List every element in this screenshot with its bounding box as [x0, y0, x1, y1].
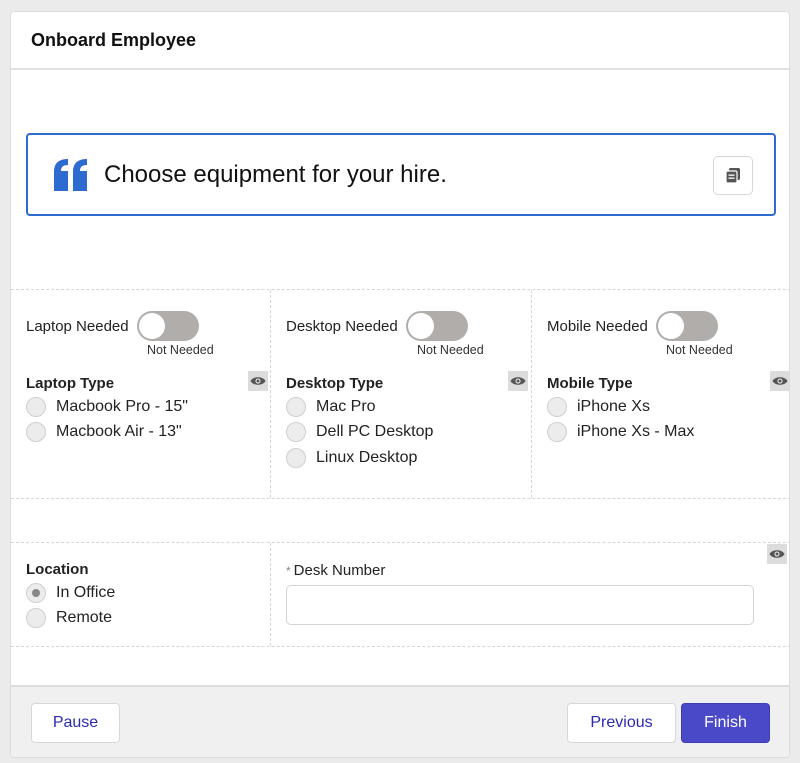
display-text: Choose equipment for your hire.	[104, 160, 447, 188]
desk-visibility-toggle[interactable]	[767, 544, 787, 564]
mobile-column: Mobile Needed Not Needed Mobile Type iPh…	[532, 290, 789, 498]
desktop-toggle-label: Desktop Needed	[286, 317, 398, 335]
option-label: iPhone Xs - Max	[577, 423, 695, 441]
laptop-visibility-toggle[interactable]	[248, 371, 268, 391]
desktop-type-label: Desktop Type	[286, 375, 384, 392]
radio-button[interactable]	[26, 422, 46, 443]
option-label: In Office	[56, 583, 116, 601]
option-label: Dell PC Desktop	[316, 423, 434, 441]
radio-button[interactable]	[26, 608, 46, 629]
card-header: Onboard Employee	[11, 12, 789, 70]
radio-button[interactable]	[286, 422, 306, 443]
flow-card: Onboard Employee Choose equipment for yo…	[10, 11, 790, 758]
laptop-needed-toggle[interactable]	[136, 311, 199, 341]
radio-button[interactable]	[547, 422, 567, 443]
desktop-needed-toggle[interactable]	[405, 311, 468, 341]
option-label: Mac Pro	[316, 397, 376, 415]
laptop-toggle-status: Not Needed	[147, 343, 214, 357]
finish-button[interactable]: Finish	[681, 703, 770, 743]
copy-icon	[725, 168, 740, 184]
mobile-option[interactable]: iPhone Xs - Max	[547, 420, 789, 446]
flow-body: Choose equipment for your hire. Laptop N…	[11, 70, 789, 684]
desk-number-input[interactable]	[286, 585, 754, 625]
desktop-option[interactable]: Linux Desktop	[286, 445, 531, 471]
toggle-knob	[407, 313, 434, 339]
option-label: Macbook Pro - 15"	[56, 397, 188, 415]
eye-icon	[510, 377, 526, 385]
laptop-column: Laptop Needed Not Needed Laptop Type Mac…	[11, 290, 271, 498]
option-label: iPhone Xs	[577, 397, 650, 415]
laptop-option[interactable]: Macbook Pro - 15"	[26, 394, 270, 420]
desktop-option[interactable]: Mac Pro	[286, 394, 531, 420]
option-label: Macbook Air - 13"	[56, 423, 182, 441]
eye-icon	[769, 550, 785, 558]
previous-button[interactable]: Previous	[567, 703, 676, 743]
equipment-section: Laptop Needed Not Needed Laptop Type Mac…	[11, 289, 789, 499]
radio-button-checked[interactable]	[26, 582, 46, 603]
laptop-option[interactable]: Macbook Air - 13"	[26, 420, 270, 446]
mobile-type-label: Mobile Type	[547, 375, 633, 392]
desk-number-label-text: Desk Number	[293, 562, 386, 579]
required-marker: *	[286, 564, 291, 578]
location-column: Location In Office Remote	[11, 543, 271, 646]
mobile-needed-toggle[interactable]	[655, 311, 718, 341]
page-title: Onboard Employee	[31, 29, 197, 50]
desk-number-label: * Desk Number	[286, 562, 789, 579]
desktop-visibility-toggle[interactable]	[508, 371, 528, 391]
option-label: Remote	[56, 609, 113, 627]
pause-button[interactable]: Pause	[31, 703, 120, 743]
desktop-column: Desktop Needed Not Needed Desktop Type M…	[271, 290, 532, 498]
laptop-type-label: Laptop Type	[26, 375, 115, 392]
display-text-box: Choose equipment for your hire.	[26, 133, 776, 216]
laptop-toggle-label: Laptop Needed	[26, 317, 129, 335]
mobile-toggle-label: Mobile Needed	[547, 317, 648, 335]
mobile-toggle-status: Not Needed	[666, 343, 733, 357]
radio-button[interactable]	[286, 447, 306, 468]
radio-button[interactable]	[547, 396, 567, 417]
mobile-option[interactable]: iPhone Xs	[547, 394, 789, 420]
desk-number-column: * Desk Number	[271, 543, 789, 646]
desktop-option[interactable]: Dell PC Desktop	[286, 420, 531, 446]
toggle-knob	[138, 313, 165, 339]
location-option-remote[interactable]: Remote	[26, 606, 270, 632]
eye-icon	[250, 377, 266, 385]
location-option-in-office[interactable]: In Office	[26, 580, 270, 606]
radio-button[interactable]	[26, 396, 46, 417]
mobile-visibility-toggle[interactable]	[770, 371, 789, 391]
eye-icon	[772, 377, 788, 385]
location-section: Location In Office Remote * Desk Number	[11, 542, 789, 647]
footer-bar: Pause Previous Finish	[11, 685, 789, 757]
radio-button[interactable]	[286, 396, 306, 417]
location-label: Location	[26, 561, 89, 578]
option-label: Linux Desktop	[316, 448, 418, 466]
desktop-toggle-status: Not Needed	[417, 343, 484, 357]
toggle-knob	[657, 313, 684, 339]
copy-button[interactable]	[713, 156, 753, 195]
quote-icon	[54, 158, 87, 191]
